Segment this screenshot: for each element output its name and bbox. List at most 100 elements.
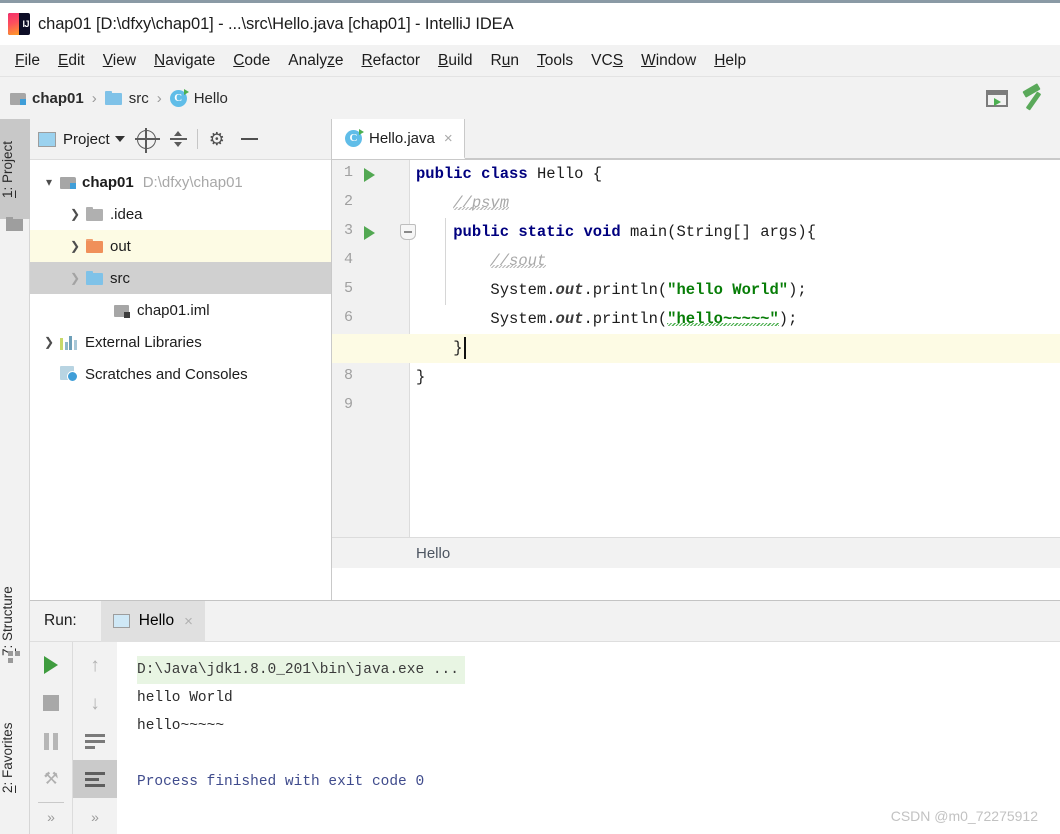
run-window-icon[interactable] — [986, 89, 1008, 107]
tree-node-label: External Libraries — [85, 333, 202, 351]
tree-node-external-libraries[interactable]: ❯ External Libraries — [30, 326, 331, 358]
system-ref: System. — [490, 310, 556, 328]
tree-node-label: chap01.iml — [137, 301, 210, 319]
code-line-3: public static void main(String[] args){ — [332, 218, 1060, 247]
code-line-8: } — [332, 363, 1060, 392]
chevron-down-icon[interactable] — [114, 136, 125, 142]
folder-icon — [6, 217, 23, 231]
menu-item-window[interactable]: Window — [632, 50, 705, 72]
pause-icon[interactable] — [30, 722, 72, 760]
breadcrumb-item-module[interactable]: chap01 — [10, 90, 84, 107]
code-line-2: //psvm — [332, 189, 1060, 218]
more-chevrons-icon[interactable]: » — [30, 798, 72, 834]
menu-item-help[interactable]: Help — [705, 50, 755, 72]
tree-node-out[interactable]: ❯ out — [30, 230, 331, 262]
menu-item-analyze[interactable]: Analyze — [279, 50, 352, 72]
run-tab-label: Hello — [138, 612, 175, 629]
editor-breadcrumb-label[interactable]: Hello — [416, 545, 450, 562]
iml-file-icon — [114, 303, 130, 318]
navbar-actions — [986, 86, 1060, 110]
down-arrow-icon[interactable]: ↓ — [73, 684, 117, 722]
editor-breadcrumb-bar: Hello — [332, 537, 1060, 568]
editor-area: Hello.java × 1 2 3 4 5 6 7 8 9 — [332, 119, 1060, 600]
menu-bar: File Edit View Navigate Code Analyze Ref… — [0, 45, 1060, 77]
tab-label: Hello.java — [369, 129, 435, 147]
menu-item-tools[interactable]: Tools — [528, 50, 582, 72]
tree-node-src[interactable]: ❯ src — [30, 262, 331, 294]
more-chevrons-icon[interactable]: » — [73, 798, 117, 834]
libraries-icon — [60, 335, 78, 350]
tab-bar-filler — [464, 119, 1060, 159]
brace: } — [416, 368, 426, 386]
scroll-to-end-icon[interactable] — [73, 760, 117, 798]
menu-item-vcs[interactable]: VCS — [582, 50, 632, 72]
breadcrumb-item-class[interactable]: Hello — [169, 88, 228, 107]
folder-gray-icon — [86, 207, 103, 221]
intellij-idea-window: chap01 [D:\dfxy\chap01] - ...\src\Hello.… — [0, 0, 1060, 834]
stop-icon[interactable] — [30, 684, 72, 722]
soft-wrap-icon[interactable] — [73, 722, 117, 760]
tree-node-chap01[interactable]: ▾ chap01 D:\dfxy\chap01 — [30, 166, 331, 198]
tree-node-label: chap01 — [82, 173, 134, 191]
menu-item-edit[interactable]: Edit — [49, 50, 94, 72]
folder-icon — [104, 91, 122, 105]
run-panel-header: Run: Hello × — [30, 600, 1060, 642]
tree-node-label: Scratches and Consoles — [85, 365, 248, 383]
menu-item-file[interactable]: File — [6, 50, 49, 72]
intellij-idea-logo-icon — [8, 13, 30, 35]
brace: } — [453, 339, 463, 357]
menu-item-refactor[interactable]: Refactor — [352, 50, 429, 72]
code-line-6: System.out.println("hello~~~~~"); — [332, 305, 1060, 334]
run-toolbar-right: ↑ ↓ » — [72, 642, 117, 834]
rerun-play-icon[interactable] — [30, 646, 72, 684]
breadcrumb-separator: › — [91, 89, 97, 107]
left-tool-strip: 1: Project 7: Structure 2: Favorites ★ — [0, 119, 30, 834]
tree-node-label: out — [110, 237, 131, 255]
hide-minus-icon[interactable] — [240, 138, 258, 140]
chevron-right-icon[interactable]: ❯ — [64, 271, 86, 285]
menu-item-view[interactable]: View — [94, 50, 145, 72]
out-field: out — [555, 281, 584, 299]
locate-target-icon[interactable] — [134, 127, 160, 153]
menu-item-run[interactable]: Run — [482, 50, 528, 72]
breadcrumb-module-label: chap01 — [32, 89, 84, 107]
build-hammer-icon[interactable] — [1022, 86, 1048, 110]
breadcrumb-item-src[interactable]: src — [104, 90, 149, 107]
breadcrumb-separator: › — [156, 89, 162, 107]
up-arrow-icon[interactable]: ↑ — [73, 646, 117, 684]
run-tab-hello[interactable]: Hello × — [100, 600, 205, 642]
chevron-right-icon[interactable]: ❯ — [64, 207, 86, 221]
code-line-7: } — [332, 334, 1060, 363]
debug-icon[interactable]: ⚒ — [30, 760, 72, 798]
structure-icon — [8, 651, 21, 664]
close-icon[interactable]: × — [184, 613, 193, 630]
comment-psvm: //psvm — [453, 194, 510, 212]
comment-sout: //sout — [490, 252, 547, 270]
menu-item-navigate[interactable]: Navigate — [145, 50, 224, 72]
chevron-right-icon[interactable]: ❯ — [64, 239, 86, 253]
settings-gear-icon[interactable]: ⚙ — [209, 130, 225, 148]
scratches-icon — [60, 366, 78, 382]
tree-node-iml[interactable]: chap01.iml — [30, 294, 331, 326]
sidebar-item-favorites[interactable]: 2: Favorites — [0, 700, 30, 815]
console-output[interactable]: D:\Java\jdk1.8.0_201\bin\java.exe ... he… — [117, 642, 1060, 834]
run-config-icon — [112, 614, 130, 628]
sidebar-item-project[interactable]: 1: Project — [0, 119, 30, 219]
menu-item-build[interactable]: Build — [429, 50, 481, 72]
collapse-all-icon[interactable] — [169, 130, 187, 148]
tree-node-idea[interactable]: ❯ .idea — [30, 198, 331, 230]
keyword-modifiers: public static void — [453, 223, 621, 241]
tree-node-scratches[interactable]: Scratches and Consoles — [30, 358, 331, 390]
tab-hello-java[interactable]: Hello.java × — [332, 119, 465, 159]
folder-orange-icon — [86, 239, 103, 253]
brace: { — [592, 165, 603, 183]
menu-item-code[interactable]: Code — [224, 50, 279, 72]
code-editor[interactable]: 1 2 3 4 5 6 7 8 9 public class Hello { /… — [332, 160, 1060, 568]
chevron-right-icon[interactable]: ❯ — [38, 335, 60, 349]
indent-guide — [445, 218, 446, 305]
println-call: .println( — [583, 281, 668, 299]
close-icon[interactable]: × — [444, 130, 453, 147]
class-name: Hello — [536, 165, 584, 183]
chevron-expanded-icon[interactable]: ▾ — [38, 175, 60, 189]
